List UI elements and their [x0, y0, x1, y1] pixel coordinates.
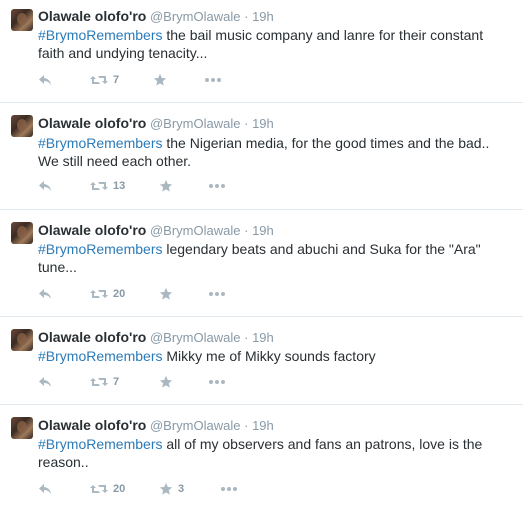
tweet[interactable]: Olawale olofo'ro @BrymOlawale · 19h #Bry…	[0, 210, 523, 317]
more-icon	[205, 78, 221, 82]
more-button[interactable]	[208, 372, 226, 392]
star-icon	[159, 179, 173, 192]
avatar[interactable]	[11, 222, 33, 244]
user-name[interactable]: Olawale olofo'ro	[38, 115, 146, 131]
user-name[interactable]: Olawale olofo'ro	[38, 329, 146, 345]
favorite-button[interactable]	[159, 284, 178, 304]
reply-icon	[39, 289, 51, 299]
more-icon	[209, 292, 225, 296]
reply-button[interactable]	[38, 372, 52, 392]
retweet-count: 13	[113, 180, 126, 192]
tweet-text: #BrymoRemembers legendary beats and abuc…	[38, 240, 508, 276]
more-button[interactable]	[208, 284, 226, 304]
retweet-button[interactable]: 20	[90, 284, 125, 304]
separator-dot: ·	[244, 223, 249, 238]
favorite-button[interactable]	[159, 372, 178, 392]
hashtag-link[interactable]: #BrymoRemembers	[38, 348, 162, 364]
reply-icon	[39, 75, 51, 85]
avatar[interactable]	[11, 9, 33, 31]
more-icon	[221, 487, 237, 491]
retweet-count: 7	[113, 74, 120, 86]
retweet-button[interactable]: 20	[90, 479, 125, 499]
tweet-header: Olawale olofo'ro @BrymOlawale · 19h	[38, 8, 274, 25]
tweet-text: #BrymoRemembers the Nigerian media, for …	[38, 134, 508, 170]
tweet-text: #BrymoRemembers all of my observers and …	[38, 435, 508, 471]
hashtag-link[interactable]: #BrymoRemembers	[38, 27, 162, 43]
retweet-count: 7	[113, 376, 120, 388]
reply-button[interactable]	[38, 176, 52, 196]
user-handle[interactable]: @BrymOlawale	[150, 418, 241, 433]
reply-button[interactable]	[38, 284, 52, 304]
timestamp[interactable]: 19h	[252, 418, 274, 433]
retweet-button[interactable]: 13	[90, 176, 125, 196]
hashtag-link[interactable]: #BrymoRemembers	[38, 135, 162, 151]
separator-dot: ·	[244, 330, 249, 345]
tweet-header: Olawale olofo'ro @BrymOlawale · 19h	[38, 115, 274, 132]
retweet-icon	[90, 378, 108, 386]
retweet-icon	[90, 485, 108, 493]
hashtag-link[interactable]: #BrymoRemembers	[38, 241, 162, 257]
star-icon	[153, 73, 167, 86]
favorite-button[interactable]	[159, 176, 178, 196]
reply-button[interactable]	[38, 479, 52, 499]
more-button[interactable]	[204, 70, 222, 90]
user-handle[interactable]: @BrymOlawale	[150, 330, 241, 345]
star-icon	[159, 482, 173, 495]
timestamp[interactable]: 19h	[252, 116, 274, 131]
tweet-text: #BrymoRemembers the bail music company a…	[38, 26, 508, 62]
tweet[interactable]: Olawale olofo'ro @BrymOlawale · 19h #Bry…	[0, 317, 523, 405]
favorite-button[interactable]	[153, 70, 172, 90]
reply-icon	[39, 181, 51, 191]
separator-dot: ·	[244, 418, 249, 433]
user-name[interactable]: Olawale olofo'ro	[38, 417, 146, 433]
avatar[interactable]	[11, 417, 33, 439]
star-icon	[159, 375, 173, 388]
tweet-text: #BrymoRemembers Mikky me of Mikky sounds…	[38, 347, 508, 365]
retweet-count: 20	[113, 483, 126, 495]
separator-dot: ·	[244, 116, 249, 131]
user-name[interactable]: Olawale olofo'ro	[38, 222, 146, 238]
reply-button[interactable]	[38, 70, 52, 90]
retweet-button[interactable]: 7	[90, 372, 119, 392]
retweet-icon	[90, 290, 108, 298]
star-icon	[159, 287, 173, 300]
retweet-icon	[90, 182, 108, 190]
avatar[interactable]	[11, 329, 33, 351]
tweet-body: Mikky me of Mikky sounds factory	[162, 348, 376, 364]
tweet-header: Olawale olofo'ro @BrymOlawale · 19h	[38, 222, 274, 239]
favorite-button[interactable]: 3	[159, 479, 184, 499]
user-handle[interactable]: @BrymOlawale	[150, 116, 241, 131]
retweet-count: 20	[113, 288, 126, 300]
more-icon	[209, 380, 225, 384]
tweet[interactable]: Olawale olofo'ro @BrymOlawale · 19h #Bry…	[0, 103, 523, 210]
retweet-icon	[90, 76, 108, 84]
favorite-count: 3	[178, 483, 185, 495]
more-button[interactable]	[208, 176, 226, 196]
timestamp[interactable]: 19h	[252, 9, 274, 24]
tweet[interactable]: Olawale olofo'ro @BrymOlawale · 19h #Bry…	[0, 405, 523, 507]
more-icon	[209, 184, 225, 188]
avatar[interactable]	[11, 115, 33, 137]
user-name[interactable]: Olawale olofo'ro	[38, 8, 146, 24]
user-handle[interactable]: @BrymOlawale	[150, 9, 241, 24]
more-button[interactable]	[220, 479, 238, 499]
timestamp[interactable]: 19h	[252, 330, 274, 345]
hashtag-link[interactable]: #BrymoRemembers	[38, 436, 162, 452]
separator-dot: ·	[244, 9, 249, 24]
tweet[interactable]: Olawale olofo'ro @BrymOlawale · 19h #Bry…	[0, 0, 523, 103]
tweet-header: Olawale olofo'ro @BrymOlawale · 19h	[38, 329, 274, 346]
timestamp[interactable]: 19h	[252, 223, 274, 238]
reply-icon	[39, 377, 51, 387]
user-handle[interactable]: @BrymOlawale	[150, 223, 241, 238]
reply-icon	[39, 484, 51, 494]
retweet-button[interactable]: 7	[90, 70, 119, 90]
tweet-header: Olawale olofo'ro @BrymOlawale · 19h	[38, 417, 274, 434]
